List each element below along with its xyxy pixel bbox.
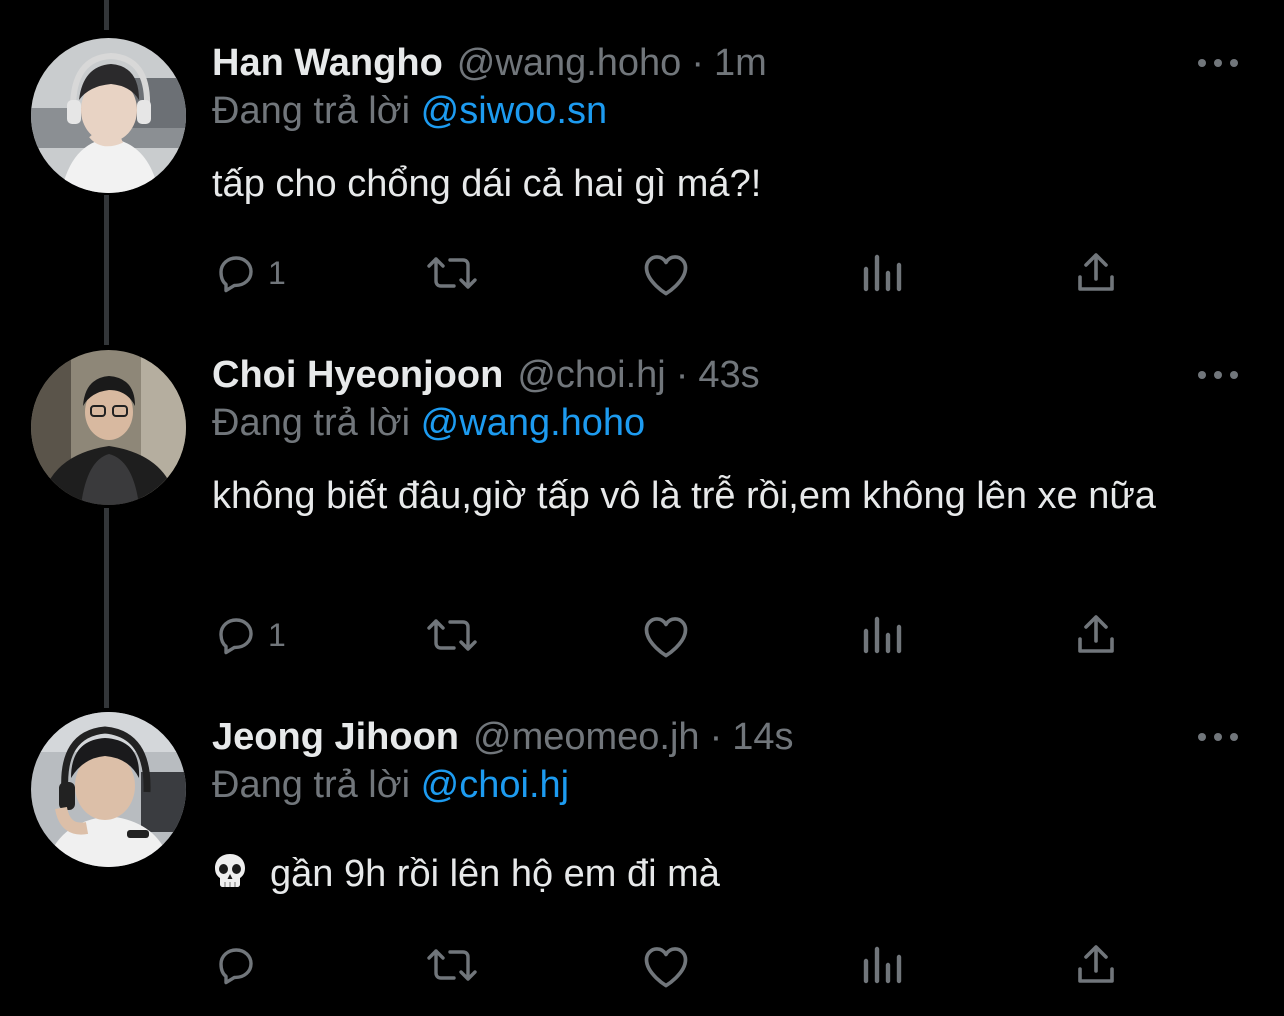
timestamp[interactable]: 14s [732, 716, 793, 759]
user-handle[interactable]: @meomeo.jh [473, 716, 700, 759]
retweet-button[interactable] [424, 248, 480, 298]
tweet-actions: 1 [212, 248, 1132, 298]
share-icon [1078, 945, 1114, 983]
reply-icon [219, 256, 253, 293]
user-handle[interactable]: @wang.hoho [457, 42, 682, 85]
tweet-actions [212, 940, 1132, 990]
tweet-text: không biết đâu,giờ tấp vô là trễ rồi,em … [212, 475, 1156, 517]
avatar[interactable] [31, 38, 186, 193]
separator-dot: · [709, 715, 723, 758]
like-button[interactable] [640, 248, 692, 298]
more-options-icon[interactable] [1198, 362, 1238, 388]
heart-icon [644, 617, 688, 658]
user-handle[interactable]: @choi.hj [517, 354, 665, 397]
replying-to-label: Đang trả lời [212, 402, 411, 444]
more-options-icon[interactable] [1198, 724, 1238, 750]
bar-chart-icon [863, 616, 902, 654]
reply-count: 1 [268, 254, 286, 291]
replying-to-label: Đang trả lời [212, 90, 411, 132]
retweet-icon [427, 949, 477, 981]
display-name[interactable]: Han Wangho [212, 42, 443, 85]
like-button[interactable] [640, 940, 692, 990]
tweet[interactable]: Jeong Jihoon @meomeo.jh · 14s Đang trả l… [0, 712, 1284, 1012]
display-name[interactable]: Jeong Jihoon [212, 716, 459, 759]
reply-icon [219, 948, 253, 985]
replying-to: Đang trả lời @wang.hoho [212, 402, 645, 445]
views-button[interactable] [860, 610, 904, 660]
separator-dot: · [675, 353, 689, 396]
retweet-icon [427, 619, 477, 651]
tweet-body: gần 9h rồi lên hộ em đi mà [212, 848, 1242, 906]
like-button[interactable] [640, 610, 692, 660]
tweet-header: Jeong Jihoon @meomeo.jh · 14s [212, 712, 794, 762]
avatar[interactable] [31, 350, 186, 505]
thread-connector [104, 0, 109, 30]
heart-icon [644, 947, 688, 988]
avatar[interactable] [31, 712, 186, 867]
retweet-button[interactable] [424, 610, 480, 660]
timestamp[interactable]: 43s [698, 354, 759, 397]
share-button[interactable] [1074, 610, 1118, 660]
replying-to-label: Đang trả lời [212, 764, 411, 806]
reply-button[interactable]: 1 [212, 248, 286, 298]
replying-to: Đang trả lời @choi.hj [212, 764, 569, 807]
tweet-header: Han Wangho @wang.hoho · 1m [212, 38, 767, 88]
reply-button[interactable]: 1 [212, 610, 286, 660]
bar-chart-icon [863, 946, 902, 984]
views-button[interactable] [860, 248, 904, 298]
tweet[interactable]: Choi Hyeonjoon @choi.hj · 43s Đang trả l… [0, 350, 1284, 680]
reply-count: 1 [268, 616, 286, 653]
display-name[interactable]: Choi Hyeonjoon [212, 354, 503, 397]
tweet-actions: 1 [212, 610, 1132, 660]
tweet-text: gần 9h rồi lên hộ em đi mà [270, 853, 720, 895]
tweet-header: Choi Hyeonjoon @choi.hj · 43s [212, 350, 760, 400]
share-icon [1078, 253, 1114, 291]
share-button[interactable] [1074, 940, 1118, 990]
share-icon [1078, 615, 1114, 653]
tweet[interactable]: Han Wangho @wang.hoho · 1m Đang trả lời … [0, 38, 1284, 308]
reply-mention-link[interactable]: @siwoo.sn [421, 90, 607, 132]
views-button[interactable] [860, 940, 904, 990]
bar-chart-icon [863, 254, 902, 292]
separator-dot: · [691, 41, 704, 84]
replying-to: Đang trả lời @siwoo.sn [212, 90, 607, 133]
timestamp[interactable]: 1m [714, 42, 767, 85]
reply-mention-link[interactable]: @wang.hoho [421, 402, 646, 444]
reply-mention-link[interactable]: @choi.hj [421, 764, 569, 806]
tweet-text: tấp cho chổng dái cả hai gì má?! [212, 163, 762, 205]
reply-icon [219, 618, 253, 655]
skull-icon [212, 852, 248, 906]
reply-button[interactable] [212, 940, 268, 990]
retweet-icon [427, 257, 477, 289]
retweet-button[interactable] [424, 940, 480, 990]
more-options-icon[interactable] [1198, 50, 1238, 76]
share-button[interactable] [1074, 248, 1118, 298]
heart-icon [644, 255, 688, 296]
